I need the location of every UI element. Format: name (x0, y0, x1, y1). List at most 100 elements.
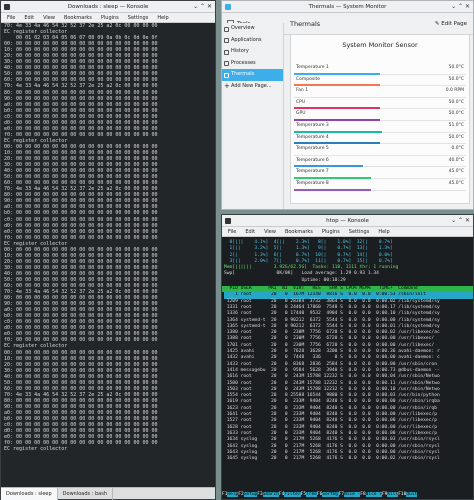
menu-bookmarks[interactable]: Bookmarks (64, 15, 92, 21)
sidebar-item-add-new-page[interactable]: + Add New Page... (222, 81, 283, 93)
menu-plugins[interactable]: Plugins (322, 229, 340, 235)
menu-help[interactable]: Help (157, 15, 168, 21)
terminal-line: EC register collector (4, 446, 68, 453)
sidebar-item-overview[interactable]: Overview (222, 23, 283, 35)
sidebar-item-label: Processes (231, 59, 256, 66)
edit-page-button[interactable]: ✎ Edit Page (435, 21, 467, 27)
menu-help[interactable]: Help (378, 229, 389, 235)
menu-edit[interactable]: Edit (245, 229, 255, 235)
fkey-f8[interactable]: F8 (360, 492, 365, 497)
sensor-row: Temperature 5 0.0°C (294, 144, 466, 156)
menu-file[interactable]: File (228, 229, 236, 235)
sidebar-item-history[interactable]: History (222, 46, 283, 58)
sensor-value: 0.0°C (451, 146, 464, 152)
process-row[interactable]: 1616 root 20 0 243M 15788 12232 S 0.0 0.… (224, 374, 473, 380)
sensor-value: 50.0°C (448, 111, 464, 117)
page-icon (224, 72, 229, 78)
tab-downloads-bash[interactable]: Downloads : bash (58, 487, 113, 500)
process-row[interactable]: 1619 root 20 0 233M 9404 8240 S 0.0 0.0 … (224, 399, 473, 405)
fkey-label[interactable]: Nice - (343, 492, 361, 497)
sidebar-item-label: Add New Page... (231, 82, 272, 89)
tab-bar: Downloads : sleep Downloads : bash (1, 487, 215, 500)
sensor-row: Temperature 3 51.0°C (294, 121, 466, 133)
titlebar[interactable]: Thermals — System Monitor ⌄ ⌃ ✕ (222, 1, 473, 13)
fkey-label[interactable]: Help (227, 492, 239, 497)
sensor-value: 45.0°C (448, 169, 464, 175)
window-controls[interactable]: ⌄ ⌃ ✕ (451, 1, 470, 13)
sensor-value: 40.0°C (448, 157, 464, 163)
process-row[interactable]: 1433 root 20 0 8368 2836 2584 S 0.0 0.0 … (224, 362, 473, 368)
sensor-row: CPU 50.0°C (294, 98, 466, 110)
sidebar-item-label: Overview (231, 25, 255, 31)
process-row[interactable]: 1645 syslog 20 0 217M 5268 4176 S 0.0 0.… (224, 456, 473, 462)
sidebar-item-label: Thermals (231, 71, 255, 77)
fkey-label[interactable]: SortBy (322, 492, 339, 497)
process-row[interactable]: 1364 systemd-t 20 0 90212 6372 5544 S 0.… (224, 318, 473, 324)
sensor-name: Temperature 4 (296, 134, 329, 140)
menu-plugins[interactable]: Plugins (101, 15, 119, 21)
process-list[interactable]: 1 root 20 0 167M 12140 8816 S 0.0 0.0 0:… (222, 292, 473, 462)
menu-edit[interactable]: Edit (24, 15, 34, 21)
sidebar-item-applications[interactable]: Applications (222, 35, 283, 47)
sensor-row: Composite 50.0°C (294, 75, 466, 87)
fkey-f3[interactable]: F3 (257, 492, 262, 497)
process-row[interactable]: 1634 syslog 20 0 217M 5268 4176 S 0.0 0.… (224, 437, 473, 443)
process-row[interactable]: 1336 root 20 0 17440 9532 4904 S 0.0 0.0… (224, 311, 473, 317)
menu-view[interactable]: View (264, 229, 276, 235)
process-row[interactable]: 1642 syslog 20 0 217M 5268 4176 S 0.0 0.… (224, 444, 473, 450)
titlebar[interactable]: Downloads : sleep — Konsole ⌄ ⌃ ✕ (1, 1, 215, 13)
sensor-name: GPU (296, 111, 306, 117)
menu-bookmarks[interactable]: Bookmarks (285, 229, 313, 235)
sensor-name: Fan 1 (296, 88, 309, 94)
sensor-name: Temperature 5 (296, 146, 329, 152)
sensor-value: 50.0°C (448, 99, 464, 105)
process-row[interactable]: 1500 root 20 0 243M 15788 12232 S 0.0 0.… (224, 381, 473, 387)
fkey-label[interactable]: Filter (284, 492, 301, 497)
menu-settings[interactable]: Settings (349, 229, 370, 235)
menu-view[interactable]: View (43, 15, 55, 21)
menu-settings[interactable]: Settings (128, 15, 149, 21)
fkey-label[interactable]: Quit (406, 492, 418, 497)
fkey-label[interactable]: Nice + (365, 492, 382, 497)
fkey-label[interactable]: Tree (306, 492, 317, 497)
htop-meters: 0[||| 4.1%] 4[|| 2.3%] 8[| 1.0%] 12[| 0.… (222, 237, 473, 284)
sensor-name: Temperature 8 (296, 180, 329, 186)
window-controls[interactable]: ⌄ ⌃ ✕ (193, 1, 212, 13)
fkey-f2[interactable]: F2 (238, 492, 243, 497)
page-icon (224, 61, 229, 66)
sidebar-item-processes[interactable]: Processes (222, 58, 283, 70)
plus-icon: + (224, 81, 230, 90)
sidebar: Overview Applications History Processes Ther… (222, 23, 284, 209)
sensor-row: Temperature 1 50.0°C (294, 63, 466, 75)
sensor-value: 50.0°C (448, 76, 464, 82)
sensor-row: Temperature 4 50.0°C (294, 133, 466, 145)
fkey-label[interactable]: Kill (387, 492, 399, 497)
menubar: File Edit View Bookmarks Plugins Settings Help (1, 13, 215, 23)
titlebar[interactable]: htop — Konsole ⌄ ⌃ ✕ (222, 215, 473, 227)
sidebar-item-label: Applications (231, 36, 262, 43)
system-monitor-window: Thermals — System Monitor ⌄ ⌃ ✕ Tools ⌄ … (221, 0, 474, 210)
terminal-output[interactable]: 70: 4e 33 4a 46 54 32 52 37 2e 25 a2 0c … (1, 23, 215, 452)
window-controls[interactable]: ⌄ ⌃ ✕ (451, 215, 470, 227)
sensor-row: GPU 50.0°C (294, 109, 466, 121)
sidebar-item-thermals[interactable]: Thermals (222, 69, 283, 81)
process-row[interactable]: 1432 avahi 20 0 7448 336 0 S 0.0 0.0 0:0… (224, 355, 473, 361)
htop-meter-line: Uptime: 00:10:29 (224, 277, 346, 283)
process-row[interactable]: 1527 root 20 0 233M 9404 8240 S 0.0 0.0 … (224, 418, 473, 424)
sensor-row: Fan 1 0.0 RPM (294, 86, 466, 98)
window-title: Thermals — System Monitor (308, 4, 387, 10)
sensor-value: 0.0 RPM (445, 88, 464, 94)
fkey-label[interactable]: Search (262, 492, 279, 497)
tab-downloads-sleep[interactable]: Downloads : sleep (1, 487, 58, 500)
fkey-label[interactable]: Setup (243, 492, 258, 497)
page-title: Thermals (290, 19, 321, 28)
sensor-panel: System Monitor Sensor Temperature 1 50.0°… (290, 34, 470, 204)
menu-file[interactable]: File (7, 15, 15, 21)
page-icon (224, 26, 229, 32)
konsole-icon (225, 218, 231, 224)
process-row[interactable]: 1628 root 20 0 233M 9404 8240 S 0.0 0.0 … (224, 425, 473, 431)
sensor-name: Temperature 1 (296, 65, 329, 70)
page-icon (224, 38, 229, 43)
system-monitor-icon (225, 4, 231, 10)
sensor-value: 50.0°C (448, 134, 464, 140)
